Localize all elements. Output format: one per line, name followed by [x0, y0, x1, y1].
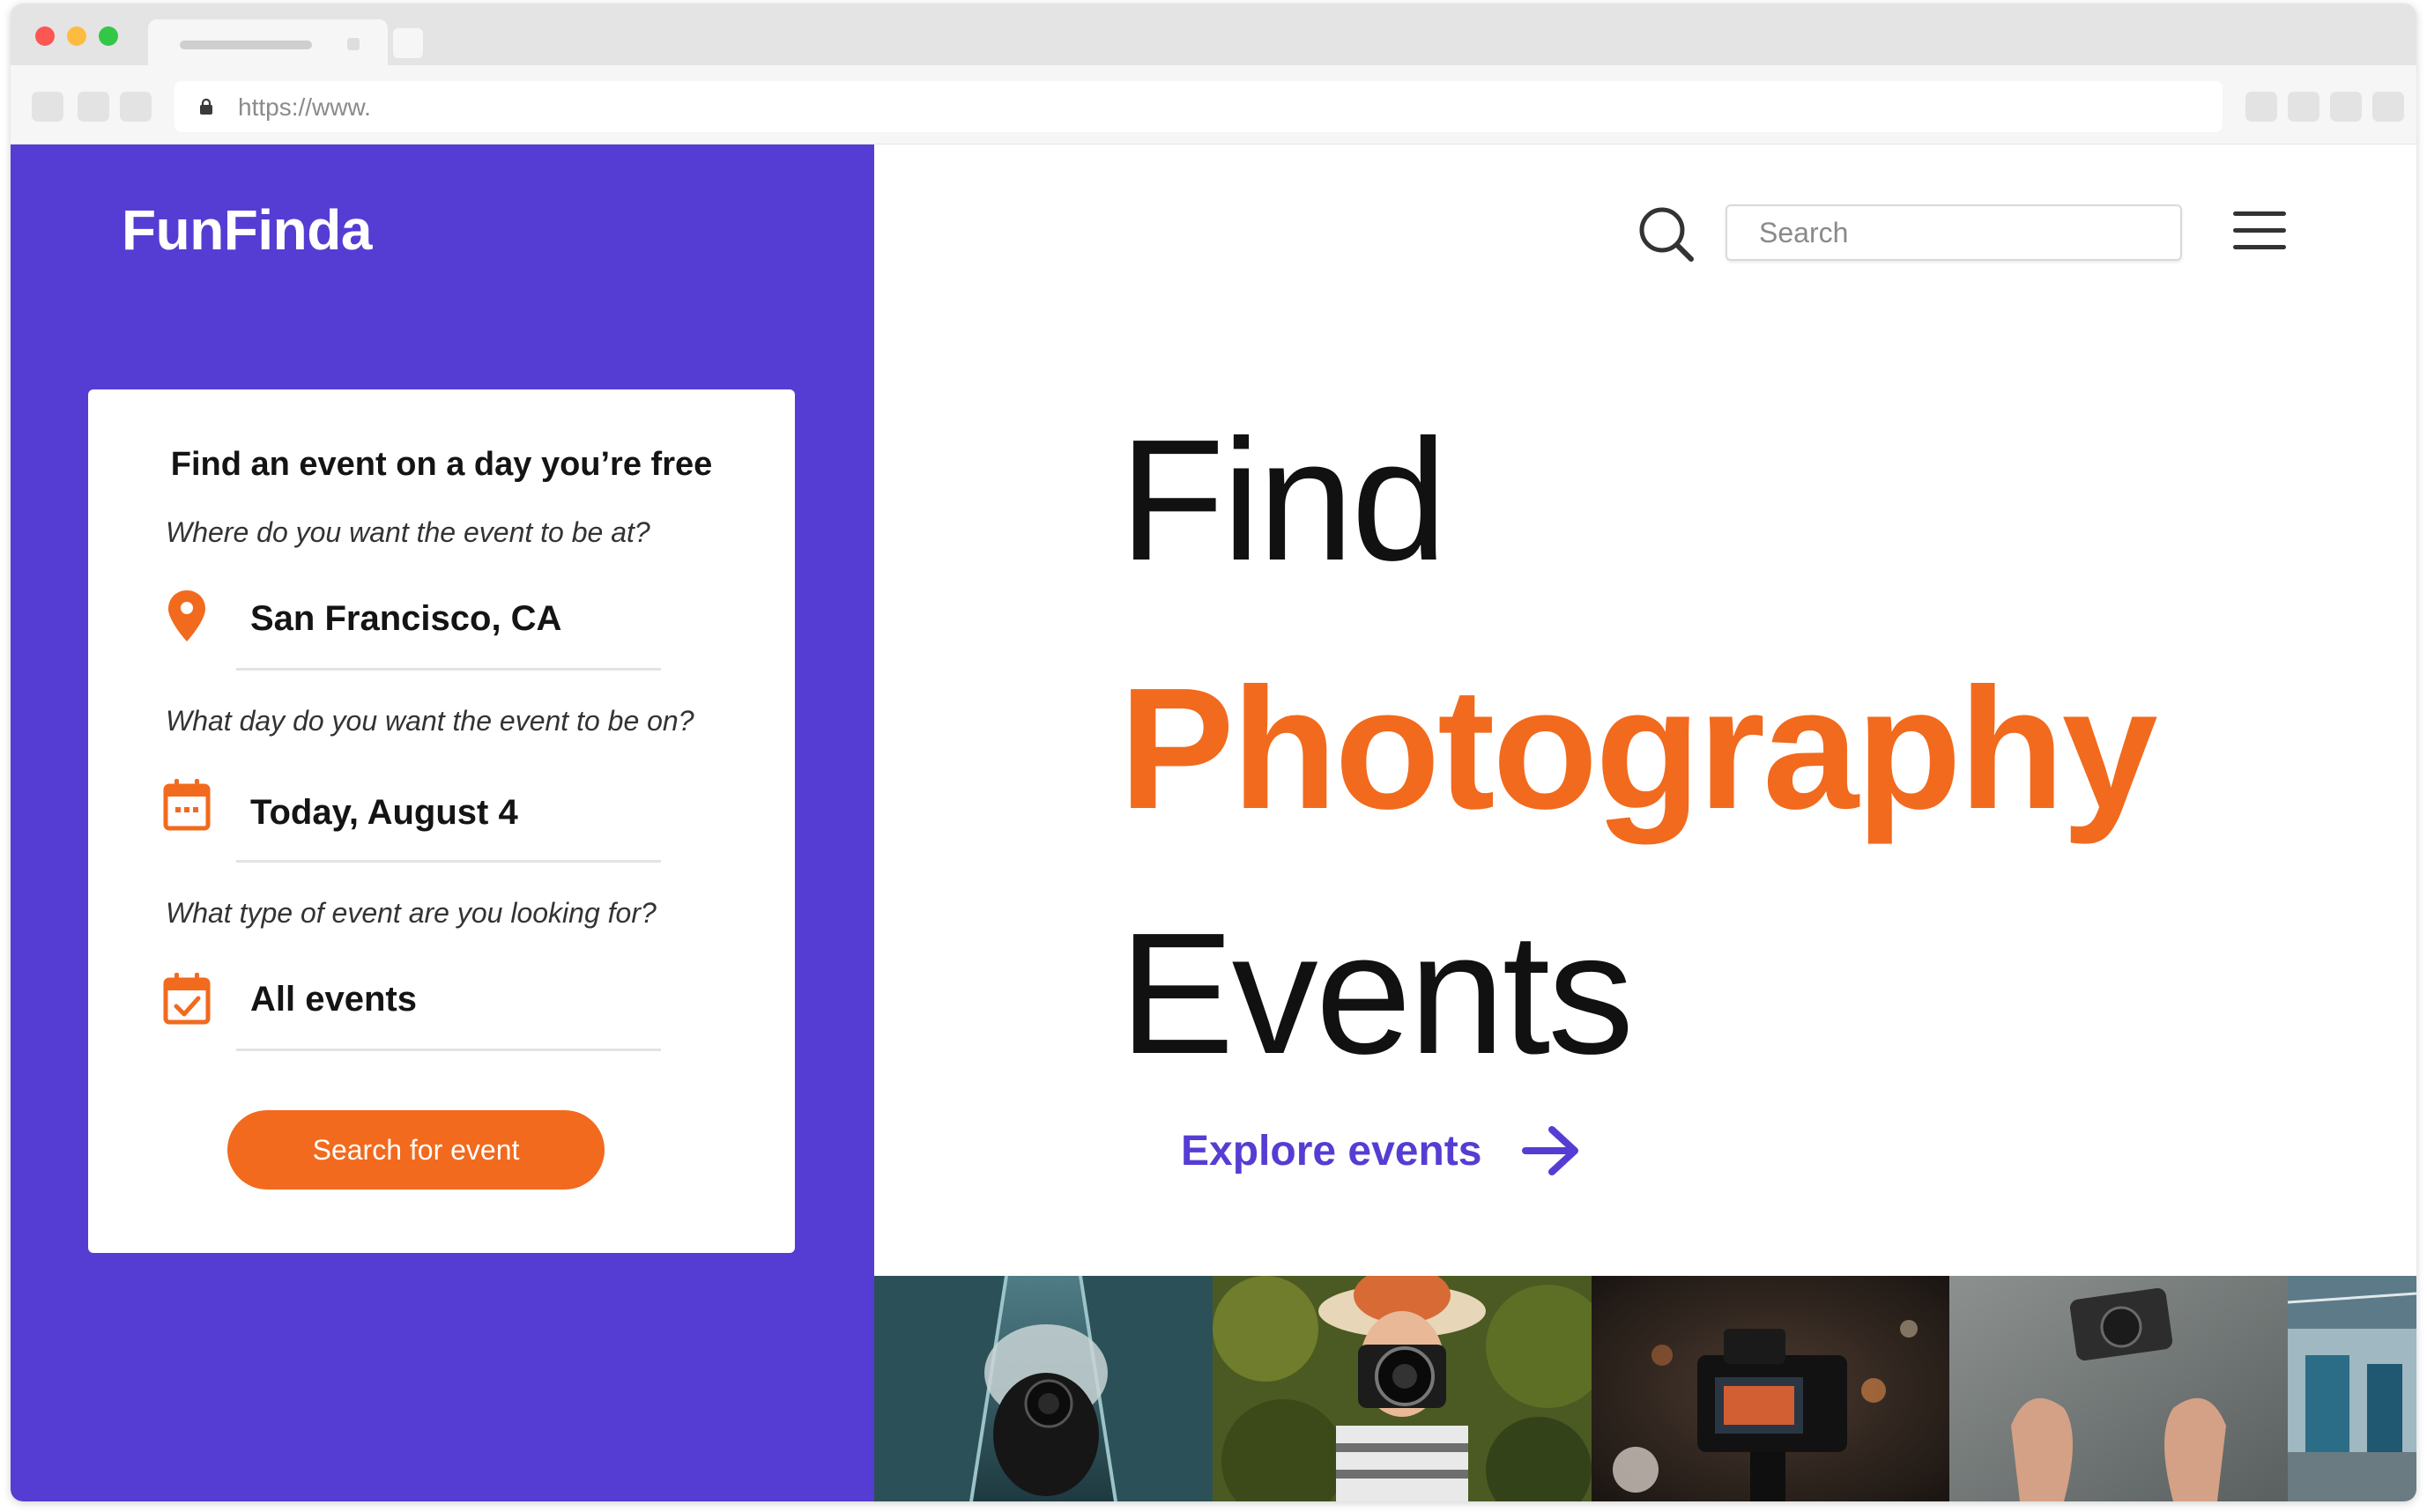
- reload-button[interactable]: [120, 92, 152, 122]
- event-type-label: What type of event are you looking for?: [166, 897, 657, 929]
- main-content: Find Photography Events Explore events: [874, 145, 2416, 1501]
- address-bar[interactable]: https://www.: [174, 81, 2223, 132]
- hero-heading-line-2: Photography: [1119, 652, 2158, 845]
- location-underline: [236, 668, 661, 671]
- new-tab-button[interactable]: [393, 28, 423, 58]
- calendar-check-icon: [163, 973, 211, 1025]
- close-window-button[interactable]: [35, 26, 55, 46]
- hero-heading-line-1: Find: [1119, 404, 1447, 597]
- page: FunFinda Find an event on a day you’re f…: [11, 145, 2416, 1501]
- search-input[interactable]: [1726, 204, 2182, 261]
- arrow-right-icon: [1522, 1126, 1579, 1175]
- photo-camera-tripod[interactable]: [1592, 1276, 1949, 1501]
- minimize-window-button[interactable]: [67, 26, 86, 46]
- hero-heading-line-3: Events: [1119, 897, 1634, 1090]
- photo-station[interactable]: [2288, 1276, 2416, 1501]
- hamburger-menu-icon[interactable]: [2231, 208, 2288, 254]
- event-type-field[interactable]: All events: [250, 980, 417, 1019]
- location-pin-icon: [168, 590, 205, 641]
- search-for-event-button[interactable]: Search for event: [227, 1110, 605, 1190]
- maximize-window-button[interactable]: [99, 26, 118, 46]
- url-text: https://www.: [238, 93, 371, 121]
- sidebar-panel: FunFinda Find an event on a day you’re f…: [11, 145, 874, 1501]
- forward-button[interactable]: [78, 92, 109, 122]
- tab-title-placeholder: [180, 41, 312, 49]
- explore-events-link[interactable]: Explore events: [1181, 1123, 1582, 1179]
- toolbar-button-4[interactable]: [2372, 92, 2404, 122]
- toolbar-button-1[interactable]: [2245, 92, 2277, 122]
- location-field[interactable]: San Francisco, CA: [250, 599, 561, 639]
- tab-close-icon[interactable]: [347, 38, 360, 50]
- date-underline: [236, 860, 661, 863]
- photo-hands-camera[interactable]: [1949, 1276, 2288, 1501]
- brand-logo[interactable]: FunFinda: [122, 197, 372, 263]
- photo-strip: [874, 1276, 2416, 1501]
- photo-escalator[interactable]: [874, 1276, 1213, 1501]
- photo-woman-hat[interactable]: [1213, 1276, 1592, 1501]
- browser-window: https://www. FunFinda Find an event on a…: [11, 4, 2416, 1501]
- calendar-icon: [163, 779, 211, 831]
- explore-events-label: Explore events: [1181, 1127, 1482, 1175]
- event-search-card: Find an event on a day you’re free Where…: [88, 389, 795, 1253]
- lock-icon: [200, 99, 212, 115]
- toolbar-button-2[interactable]: [2288, 92, 2319, 122]
- location-label: Where do you want the event to be at?: [166, 516, 650, 548]
- event-type-underline: [236, 1049, 661, 1051]
- date-field[interactable]: Today, August 4: [250, 793, 518, 833]
- browser-tab[interactable]: [148, 19, 388, 65]
- date-label: What day do you want the event to be on?: [166, 705, 694, 737]
- browser-toolbar: https://www.: [11, 65, 2416, 145]
- search-icon[interactable]: [1637, 204, 1695, 263]
- back-button[interactable]: [32, 92, 63, 122]
- toolbar-button-3[interactable]: [2330, 92, 2362, 122]
- browser-titlebar: [11, 4, 2416, 65]
- card-title: Find an event on a day you’re free: [170, 446, 713, 483]
